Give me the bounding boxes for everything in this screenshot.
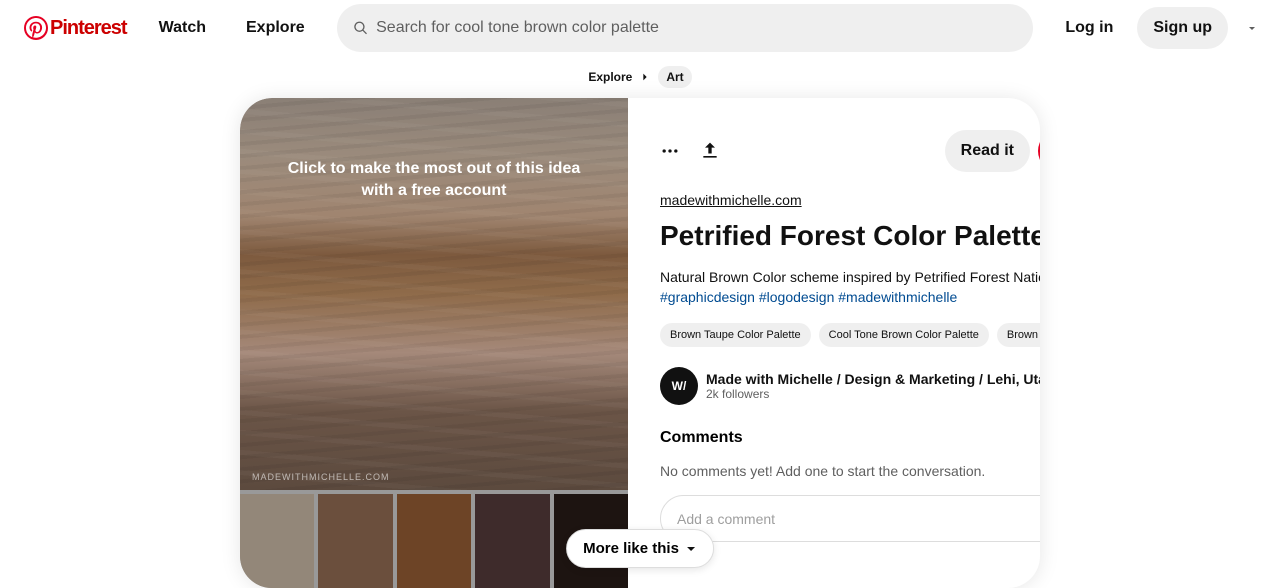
search-icon — [353, 20, 368, 36]
save-button[interactable]: Save — [1038, 130, 1040, 172]
logo-text: Pinterest — [50, 17, 127, 40]
breadcrumb-explore[interactable]: Explore — [588, 70, 632, 84]
creator-followers: 2k followers — [706, 387, 1040, 401]
breadcrumb-current[interactable]: Art — [658, 66, 691, 88]
search-input[interactable] — [376, 19, 1017, 37]
breadcrumb: Explore Art — [0, 56, 1280, 98]
search-bar[interactable] — [337, 4, 1034, 52]
nav-explore[interactable]: Explore — [230, 7, 321, 49]
chevron-down-icon — [685, 543, 697, 555]
tag-pill[interactable]: Cool Tone Brown Color Palette — [819, 323, 989, 347]
pin-details: Read it Save madewithmichelle.com Petrif… — [628, 98, 1040, 588]
swatch-3 — [397, 494, 471, 588]
more-icon[interactable] — [660, 141, 680, 161]
watermark: MADEWITHMICHELLE.COM — [252, 472, 390, 482]
nav-watch[interactable]: Watch — [143, 7, 222, 49]
avatar: W/ — [660, 367, 698, 405]
creator[interactable]: W/ Made with Michelle / Design & Marketi… — [660, 367, 1040, 405]
chevron-down-icon[interactable] — [1240, 16, 1264, 40]
pin-image: Click to make the most out of this idea … — [240, 98, 628, 490]
swatch-2 — [318, 494, 392, 588]
creator-name: Made with Michelle / Design & Marketing … — [706, 371, 1040, 387]
pin-media[interactable]: Click to make the most out of this idea … — [240, 98, 628, 588]
more-like-this-button[interactable]: More like this — [566, 529, 714, 568]
read-it-button[interactable]: Read it — [945, 130, 1030, 172]
pin-card: Click to make the most out of this idea … — [240, 98, 1040, 588]
comment-box[interactable]: 😍 — [660, 495, 1040, 542]
source-link[interactable]: madewithmichelle.com — [660, 192, 1040, 208]
related-tags: Brown Taupe Color Palette Cool Tone Brow… — [660, 323, 1040, 347]
chevron-right-icon — [640, 72, 650, 82]
comments-heading: Comments — [660, 429, 1040, 447]
pinterest-icon — [24, 16, 48, 40]
pin-title: Petrified Forest Color Palette — [660, 220, 1040, 252]
tag-pill[interactable]: Brown Colors Aest — [997, 323, 1040, 347]
signup-button[interactable]: Sign up — [1137, 7, 1228, 49]
hashtag[interactable]: #logodesign — [759, 289, 835, 305]
comments-empty: No comments yet! Add one to start the co… — [660, 463, 1040, 479]
hashtag[interactable]: #graphicdesign — [660, 289, 755, 305]
login-button[interactable]: Log in — [1049, 7, 1129, 49]
signup-overlay-text: Click to make the most out of this idea … — [240, 158, 628, 203]
logo[interactable]: Pinterest — [16, 8, 135, 48]
comment-input[interactable] — [677, 511, 1040, 527]
share-icon[interactable] — [700, 141, 720, 161]
tag-pill[interactable]: Brown Taupe Color Palette — [660, 323, 811, 347]
header: Pinterest Watch Explore Log in Sign up — [0, 0, 1280, 56]
swatch-4 — [475, 494, 549, 588]
swatch-1 — [240, 494, 314, 588]
hashtag[interactable]: #madewithmichelle — [838, 289, 957, 305]
pin-description: Natural Brown Color scheme inspired by P… — [660, 268, 1040, 307]
